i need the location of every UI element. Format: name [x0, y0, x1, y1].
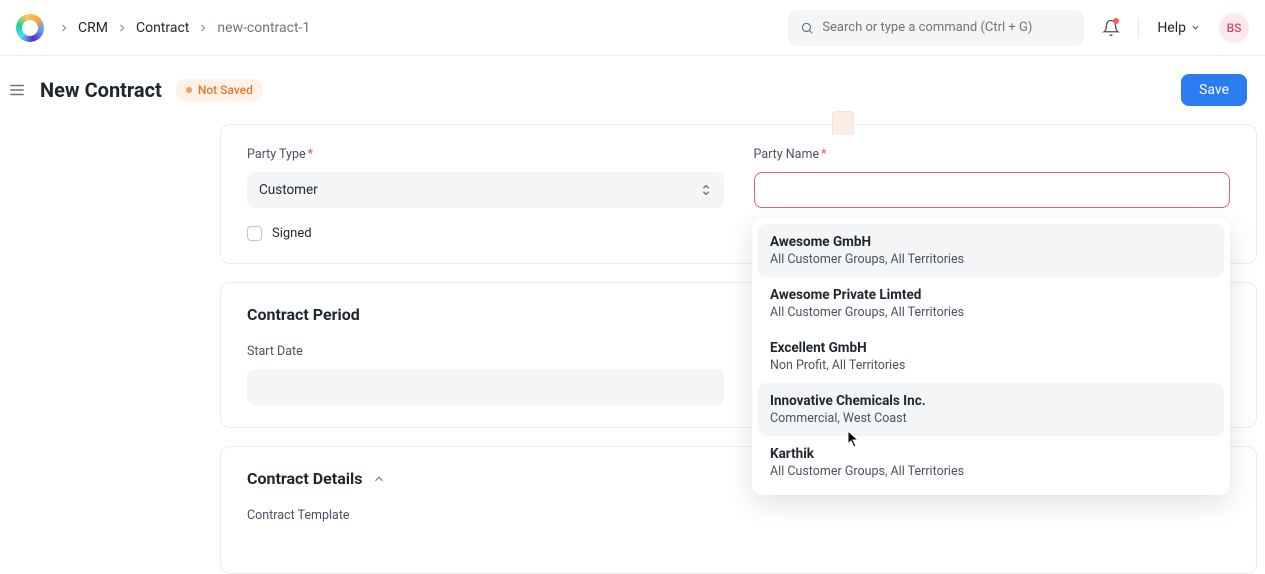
dropdown-option-name: Awesome Private Limted [770, 287, 1212, 303]
search-icon [800, 21, 814, 35]
breadcrumb-contract[interactable]: Contract [136, 20, 189, 36]
chevron-right-icon [116, 22, 128, 34]
dropdown-option-sub: Commercial, West Coast [770, 411, 1212, 426]
notifications-button[interactable] [1102, 19, 1120, 37]
signed-checkbox[interactable]: Signed [247, 226, 724, 241]
chevron-down-icon [1190, 22, 1201, 33]
dropdown-option-name: Excellent GmbH [770, 340, 1212, 356]
topbar-right: Help BS [788, 10, 1249, 46]
chevron-up-icon [372, 472, 386, 486]
status-badge: Not Saved [176, 79, 263, 101]
status-dot-icon [186, 87, 192, 93]
dropdown-option-sub: All Customer Groups, All Territories [770, 464, 1212, 479]
party-name-input[interactable] [767, 182, 1218, 198]
breadcrumb: CRM Contract new-contract-1 [58, 20, 310, 36]
chevron-right-icon [197, 22, 209, 34]
search-input[interactable] [822, 20, 1072, 35]
start-date-input[interactable] [247, 369, 724, 405]
party-type-value: Customer [259, 182, 318, 198]
breadcrumb-current: new-contract-1 [217, 20, 310, 36]
dropdown-option[interactable]: Karthik All Customer Groups, All Territor… [758, 436, 1224, 489]
user-avatar[interactable]: BS [1219, 13, 1249, 43]
dropdown-option[interactable]: Excellent GmbH Non Profit, All Territorie… [758, 330, 1224, 383]
save-button[interactable]: Save [1181, 74, 1247, 106]
separator [1138, 18, 1139, 38]
dropdown-option-sub: Non Profit, All Territories [770, 358, 1212, 373]
dropdown-option[interactable]: Innovative Chemicals Inc. Commercial, Wes… [758, 383, 1224, 436]
dropdown-option[interactable]: Awesome GmbH All Customer Groups, All Ter… [758, 224, 1224, 277]
status-text: Not Saved [198, 83, 253, 97]
party-name-dropdown: Awesome GmbH All Customer Groups, All Ter… [752, 218, 1230, 495]
sidebar-toggle[interactable] [8, 81, 26, 99]
page-title: New Contract [40, 78, 162, 102]
start-date-label: Start Date [247, 344, 724, 359]
checkbox-icon [247, 226, 262, 241]
help-label: Help [1157, 20, 1186, 36]
dropdown-option[interactable]: Awesome Private Limted All Customer Group… [758, 277, 1224, 330]
contract-template-label: Contract Template [247, 508, 1230, 523]
party-type-label: Party Type* [247, 147, 724, 162]
dropdown-option-sub: All Customer Groups, All Territories [770, 305, 1212, 320]
notifications-dot [1113, 18, 1119, 24]
breadcrumb-crm[interactable]: CRM [78, 20, 108, 36]
dropdown-option-name: Karthik [770, 446, 1212, 462]
dropdown-option-sub: All Customer Groups, All Territories [770, 252, 1212, 267]
select-caret-icon [700, 183, 712, 197]
app-logo[interactable] [16, 14, 44, 42]
help-menu[interactable]: Help [1157, 20, 1201, 36]
chevron-right-icon [58, 22, 70, 34]
signed-label: Signed [272, 226, 312, 241]
party-name-input-wrapper [754, 172, 1231, 208]
topbar: CRM Contract new-contract-1 Help BS [0, 0, 1265, 56]
dropdown-option-name: Awesome GmbH [770, 234, 1212, 250]
decorative-tab [832, 111, 854, 135]
dropdown-option-name: Innovative Chemicals Inc. [770, 393, 1212, 409]
party-name-label: Party Name* [754, 147, 1231, 162]
party-type-select[interactable]: Customer [247, 172, 724, 208]
page-header: New Contract Not Saved Save [0, 56, 1265, 124]
global-search[interactable] [788, 10, 1084, 46]
